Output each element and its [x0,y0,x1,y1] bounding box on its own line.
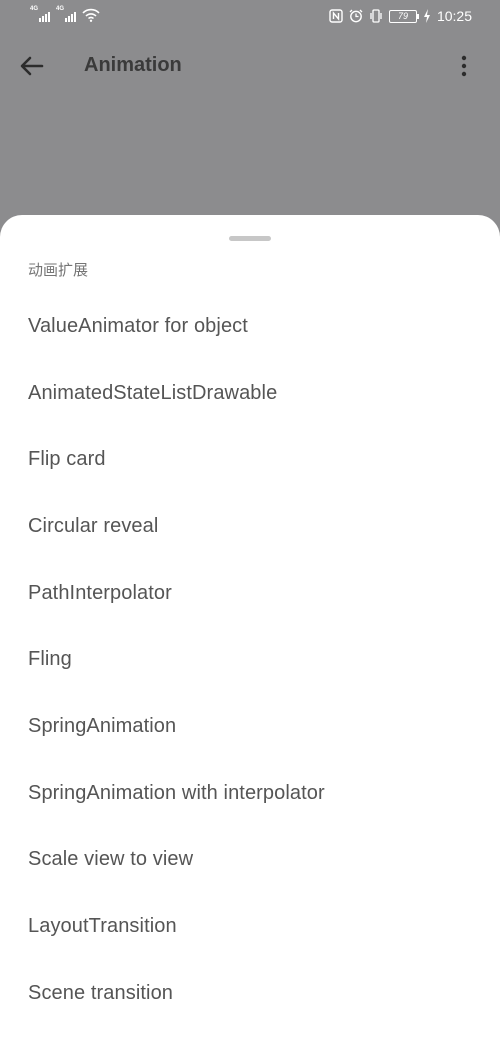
network-type-label: 4G [30,6,39,12]
toolbar: Animation [0,34,500,98]
list-item[interactable]: Circular reveal [0,493,500,560]
list-item[interactable]: Scale view to view [0,827,500,894]
arrow-back-icon[interactable] [14,48,50,84]
list-item[interactable]: SpringAnimation [0,693,500,760]
battery-icon: 79 [388,9,419,23]
alarm-icon [349,9,363,23]
list-item[interactable]: LayoutTransition [0,893,500,960]
bottom-sheet: 动画扩展 ValueAnimator for object AnimatedSt… [0,215,500,1039]
list-item[interactable]: Fling [0,626,500,693]
list-item[interactable]: AnimatedStateListDrawable [0,360,500,427]
wifi-icon [82,8,100,22]
signal-icon: 4G [56,6,76,22]
status-right: 79 10:25 [329,8,472,24]
battery-level: 79 [397,10,408,21]
charging-icon [423,9,430,23]
list-item[interactable]: SpringAnimation with interpolator [0,760,500,827]
status-time: 10:25 [436,8,472,24]
nfc-icon [329,9,343,23]
status-bar: 4G 4G 79 10:25 [0,0,500,34]
list-item[interactable]: PathInterpolator [0,560,500,627]
status-left: 4G 4G [30,6,100,22]
network-type-label: 4G [56,6,65,12]
screen: 4G 4G 79 10:25 Animation 动画扩展 ValueAnima… [0,0,500,1039]
sheet-header: 动画扩展 [28,261,89,279]
vibrate-icon [370,9,382,23]
list-item[interactable]: Flip card [0,426,500,493]
more-vert-icon[interactable] [454,52,474,80]
list-item[interactable]: ValueAnimator for object [0,293,500,360]
page-title: Animation [84,54,182,76]
list-item[interactable]: Scene transition [0,960,500,1027]
drag-handle[interactable] [229,236,271,241]
sheet-list: ValueAnimator for object AnimatedStateLi… [0,293,500,1027]
signal-icon: 4G [30,6,50,22]
